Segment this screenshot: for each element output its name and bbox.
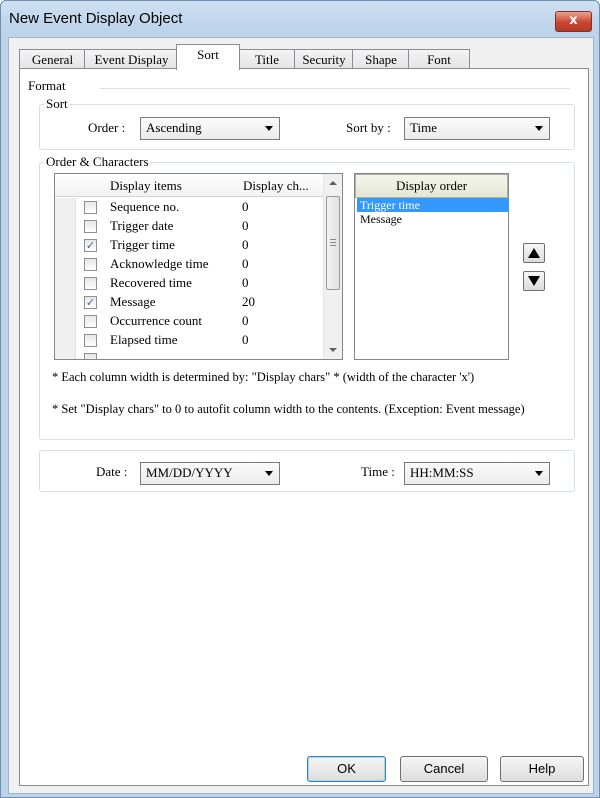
cancel-button[interactable]: Cancel	[400, 756, 488, 782]
display-item-name: Recovered time	[110, 275, 192, 290]
row-checkbox-checked[interactable]: ✓	[84, 296, 97, 309]
display-item-name: Message	[110, 294, 156, 309]
grip-line	[330, 239, 336, 240]
display-chars-value[interactable]: 0	[242, 218, 249, 234]
display-item-name: Trigger time	[110, 237, 175, 252]
title-bar[interactable]: New Event Display Object x	[1, 1, 599, 37]
time-format-dropdown[interactable]: HH:MM:SS	[404, 462, 550, 485]
scroll-down-icon[interactable]	[329, 348, 337, 352]
table-row[interactable]: Sequence no. 0	[55, 198, 322, 217]
row-checkbox[interactable]	[84, 277, 97, 290]
row-header	[55, 350, 76, 359]
table-row[interactable]: Acknowledge time 0	[55, 255, 322, 274]
row-header	[55, 274, 76, 293]
tab-sort[interactable]: Sort	[176, 44, 240, 70]
row-header	[55, 312, 76, 331]
row-checkbox[interactable]	[84, 334, 97, 347]
grid-header: Display items Display ch...	[55, 174, 342, 197]
move-down-button[interactable]	[523, 271, 545, 291]
tab-general[interactable]: General	[19, 49, 86, 69]
order-value: Ascending	[146, 120, 202, 135]
row-header	[55, 331, 76, 350]
display-order-item-selected[interactable]: Trigger time	[357, 198, 509, 212]
tab-font[interactable]: Font	[408, 49, 470, 69]
display-chars-value[interactable]: 0	[242, 275, 249, 291]
tab-title[interactable]: Title	[238, 49, 296, 69]
display-chars-value[interactable]: 0	[242, 332, 249, 348]
row-header	[55, 236, 76, 255]
window-title: New Event Display Object	[9, 10, 183, 27]
sort-group-title: Sort	[44, 96, 70, 112]
close-button[interactable]: x	[555, 11, 592, 32]
row-checkbox[interactable]	[84, 220, 97, 233]
date-label: Date :	[96, 464, 128, 479]
table-row[interactable]: ✓ Trigger time 0	[55, 236, 322, 255]
display-item-name: Sequence no.	[110, 199, 180, 214]
sortby-dropdown[interactable]: Time	[404, 117, 550, 140]
row-checkbox-checked[interactable]: ✓	[84, 239, 97, 252]
column-header-display-chars[interactable]: Display ch...	[243, 178, 309, 194]
grip-line	[330, 245, 336, 246]
display-item-name: Occurrence count	[110, 313, 203, 328]
move-up-button[interactable]	[523, 243, 545, 263]
autofit-note: * Set "Display chars" to 0 to autofit co…	[52, 402, 525, 416]
chevron-down-icon	[535, 471, 543, 476]
down-triangle-icon	[528, 276, 540, 286]
grid-vertical-scrollbar[interactable]	[323, 174, 342, 359]
tab-shape[interactable]: Shape	[352, 49, 410, 69]
up-triangle-icon	[528, 248, 540, 258]
order-characters-group-title: Order & Characters	[44, 154, 151, 170]
column-width-note: * Each column width is determined by: "D…	[52, 370, 475, 384]
date-format-value: MM/DD/YYYY	[146, 465, 233, 480]
display-item-name: Acknowledge time	[110, 256, 209, 271]
row-checkbox[interactable]	[84, 353, 97, 359]
display-item-name: Elapsed time	[110, 332, 178, 347]
time-label: Time :	[361, 464, 395, 479]
tab-event-display[interactable]: Event Display	[84, 49, 179, 69]
table-row-partial	[55, 350, 322, 359]
row-header	[55, 293, 76, 312]
help-button[interactable]: Help	[500, 756, 584, 782]
tab-security[interactable]: Security	[294, 49, 354, 69]
chevron-down-icon	[535, 126, 543, 131]
scroll-up-icon[interactable]	[329, 181, 337, 185]
display-chars-value[interactable]: 20	[242, 294, 255, 310]
table-row[interactable]: Trigger date 0	[55, 217, 322, 236]
sortby-value: Time	[410, 120, 437, 135]
time-format-value: HH:MM:SS	[410, 465, 474, 480]
ok-button[interactable]: OK	[307, 756, 386, 782]
table-row[interactable]: ✓ Message 20	[55, 293, 322, 312]
display-order-item[interactable]: Message	[357, 212, 509, 226]
grip-line	[330, 242, 336, 243]
row-checkbox[interactable]	[84, 258, 97, 271]
row-header	[55, 255, 76, 274]
display-item-name: Trigger date	[110, 218, 174, 233]
display-chars-value[interactable]: 0	[242, 313, 249, 329]
format-divider	[100, 88, 570, 89]
display-chars-value[interactable]: 0	[242, 199, 249, 215]
table-row[interactable]: Occurrence count 0	[55, 312, 322, 331]
display-order-list[interactable]: Display order Trigger time Message	[354, 173, 509, 360]
display-items-grid[interactable]: Display items Display ch... Sequence no.…	[54, 173, 343, 360]
column-header-display-items[interactable]: Display items	[110, 178, 182, 194]
row-checkbox[interactable]	[84, 315, 97, 328]
display-chars-value[interactable]: 0	[242, 256, 249, 272]
display-chars-value[interactable]: 0	[242, 237, 249, 253]
sortby-label: Sort by :	[346, 120, 391, 135]
chevron-down-icon	[265, 471, 273, 476]
row-header	[55, 217, 76, 236]
scroll-thumb[interactable]	[326, 196, 340, 290]
table-row[interactable]: Recovered time 0	[55, 274, 322, 293]
date-format-dropdown[interactable]: MM/DD/YYYY	[140, 462, 280, 485]
table-row[interactable]: Elapsed time 0	[55, 331, 322, 350]
format-label: Format	[28, 78, 66, 93]
order-dropdown[interactable]: Ascending	[140, 117, 280, 140]
display-order-header: Display order	[355, 174, 508, 198]
row-checkbox[interactable]	[84, 201, 97, 214]
order-label: Order :	[88, 120, 126, 135]
row-header	[55, 198, 76, 217]
chevron-down-icon	[265, 126, 273, 131]
